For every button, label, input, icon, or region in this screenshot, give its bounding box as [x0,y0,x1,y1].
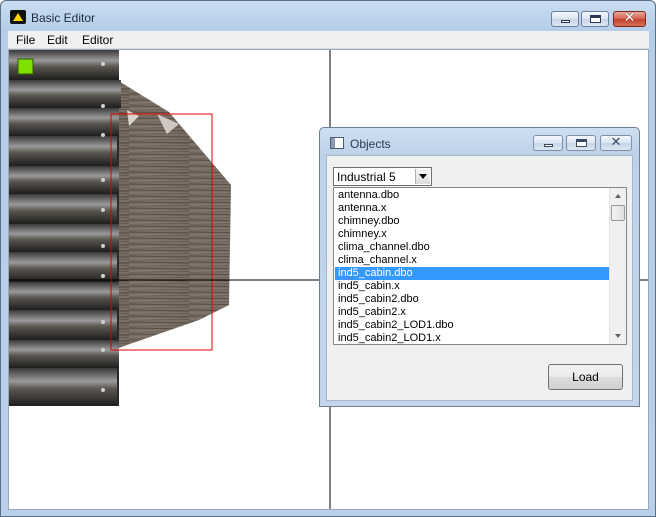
maximize-button[interactable] [581,11,609,27]
scroll-down-icon[interactable] [610,328,626,344]
menu-file[interactable]: File [16,33,35,47]
list-item[interactable]: ind5_cabin2_LOD1.dbo [335,319,609,332]
list-scrollbar[interactable] [609,188,626,344]
objects-dialog: Objects ✕ Industrial 5 antenna.dbo anten… [319,127,640,407]
list-item[interactable]: clima_channel.dbo [335,241,609,254]
list-item[interactable]: ind5_cabin2_LOD1.x [335,332,609,344]
menu-editor[interactable]: Editor [82,33,113,47]
list-item[interactable]: ind5_cabin2.x [335,306,609,319]
scroll-thumb[interactable] [611,205,625,221]
load-button[interactable]: Load [548,364,623,390]
list-item[interactable]: antenna.dbo [335,189,609,202]
minimize-icon [544,144,553,147]
dialog-body: Industrial 5 antenna.dbo antenna.x chimn… [326,155,633,401]
window-icon [330,137,344,149]
app-logo-icon [10,10,26,24]
dialog-maximize-button[interactable] [566,135,596,151]
status-indicator [17,58,34,75]
menu-edit[interactable]: Edit [47,33,68,47]
corrugated-wall [9,50,121,406]
scroll-up-icon[interactable] [610,188,626,204]
dialog-minimize-button[interactable] [533,135,563,151]
minimize-button[interactable] [551,11,579,27]
close-button[interactable]: ✕ [613,10,646,27]
category-select-value: Industrial 5 [337,170,396,184]
dialog-title: Objects [350,137,391,151]
list-item[interactable]: ind5_cabin2.dbo [335,293,609,306]
menu-bar: File Edit Editor [8,31,649,49]
dialog-close-button[interactable]: ✕ [600,135,632,151]
maximize-icon [590,15,601,23]
chevron-down-icon[interactable] [415,169,430,184]
category-select[interactable]: Industrial 5 [333,167,432,186]
list-item[interactable]: chimney.x [335,228,609,241]
list-item[interactable]: chimney.dbo [335,215,609,228]
object-file-list[interactable]: antenna.dbo antenna.x chimney.dbo chimne… [333,187,627,345]
list-item[interactable]: clima_channel.x [335,254,609,267]
list-item-selected[interactable]: ind5_cabin.dbo [335,267,609,280]
close-icon: ✕ [610,135,622,150]
list-item[interactable]: ind5_cabin.x [335,280,609,293]
title-bar[interactable]: Basic Editor ✕ [1,1,655,31]
window-title: Basic Editor [31,11,96,25]
list-item[interactable]: antenna.x [335,202,609,215]
minimize-icon [561,20,570,23]
close-icon: ✕ [623,10,636,26]
maximize-icon [576,139,587,147]
